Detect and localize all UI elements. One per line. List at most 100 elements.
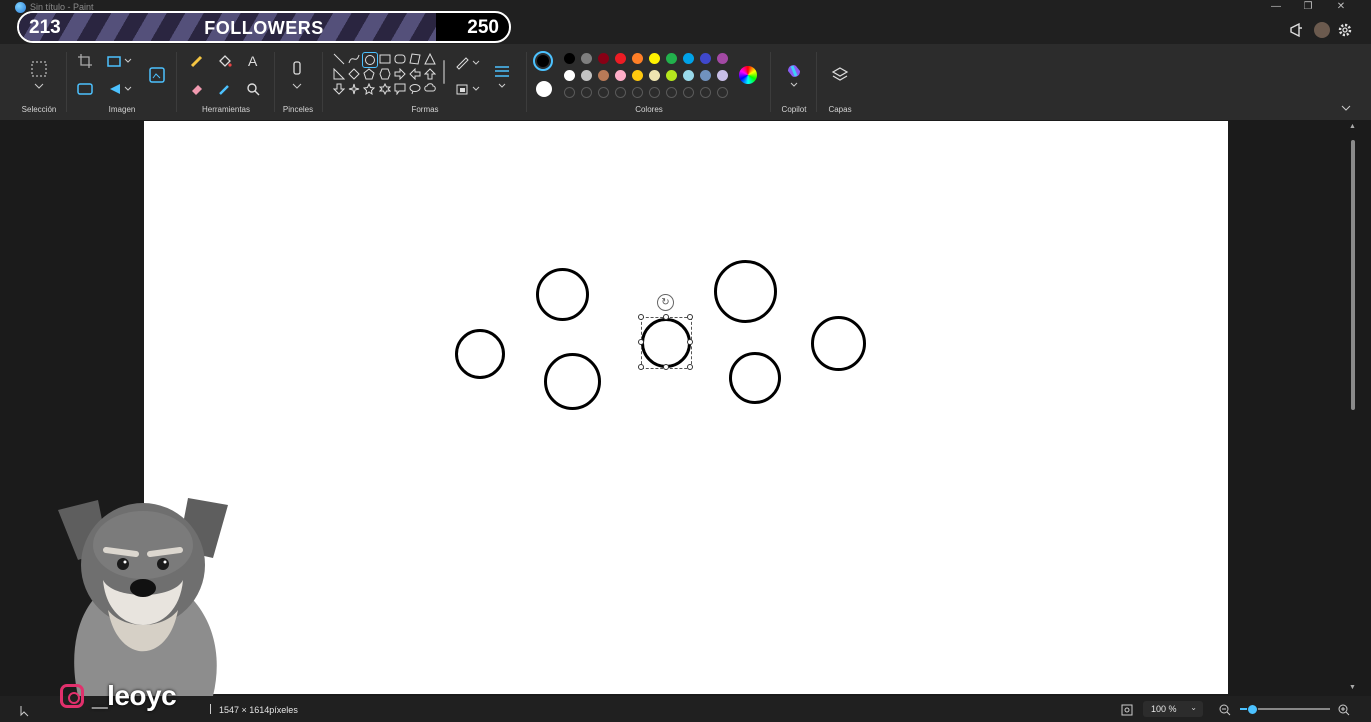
- pentagon-shape-icon[interactable]: [362, 67, 376, 81]
- color-swatch[interactable]: [598, 53, 609, 64]
- resize-handle[interactable]: [687, 339, 693, 345]
- fill-bucket-icon[interactable]: [214, 50, 236, 72]
- scroll-up-icon[interactable]: ▲: [1349, 123, 1356, 130]
- drawing-canvas[interactable]: [144, 121, 1228, 694]
- line-shape-icon[interactable]: [332, 52, 346, 66]
- zoom-in-icon[interactable]: [1338, 703, 1350, 721]
- color-swatch[interactable]: [615, 53, 626, 64]
- vertical-scrollbar-thumb[interactable]: [1351, 140, 1355, 410]
- custom-color-slot[interactable]: [581, 87, 592, 98]
- stroke-size-icon[interactable]: [491, 60, 513, 82]
- image-select-icon[interactable]: [74, 78, 96, 100]
- color-swatch[interactable]: [700, 53, 711, 64]
- custom-color-slot[interactable]: [683, 87, 694, 98]
- brushes-dropdown-icon[interactable]: [286, 80, 308, 92]
- color-swatch[interactable]: [666, 53, 677, 64]
- drawn-circle[interactable]: [536, 268, 589, 321]
- color-swatch[interactable]: [632, 53, 643, 64]
- diamond-shape-icon[interactable]: [347, 67, 361, 81]
- rotate-dropdown-icon[interactable]: [122, 78, 134, 100]
- secondary-color-button[interactable]: [536, 81, 552, 97]
- color-swatch[interactable]: [564, 53, 575, 64]
- color-swatch[interactable]: [717, 70, 728, 81]
- crop-icon[interactable]: [74, 50, 96, 72]
- fit-to-window-icon[interactable]: [1121, 703, 1133, 721]
- image-remove-background-icon[interactable]: [146, 64, 168, 86]
- curve-shape-icon[interactable]: [347, 52, 361, 66]
- drawn-circle[interactable]: [811, 316, 866, 371]
- color-picker-icon[interactable]: [214, 78, 236, 100]
- down-arrow-shape-icon[interactable]: [332, 82, 346, 96]
- color-swatch[interactable]: [649, 53, 660, 64]
- four-point-star-shape-icon[interactable]: [347, 82, 361, 96]
- resize-handle[interactable]: [663, 314, 669, 320]
- resize-handle[interactable]: [687, 314, 693, 320]
- settings-gear-icon[interactable]: [1337, 22, 1353, 38]
- hexagon-shape-icon[interactable]: [378, 67, 392, 81]
- primary-color-button[interactable]: [533, 51, 553, 71]
- shapes-scrollbar[interactable]: [443, 60, 445, 84]
- color-swatch[interactable]: [581, 53, 592, 64]
- selection-frame[interactable]: [641, 317, 692, 369]
- right-triangle-shape-icon[interactable]: [332, 67, 346, 81]
- drawn-circle[interactable]: [544, 353, 601, 410]
- copilot-dropdown-icon[interactable]: [783, 80, 805, 90]
- scroll-down-icon[interactable]: ▼: [1349, 684, 1356, 691]
- custom-color-slot[interactable]: [717, 87, 728, 98]
- resize-dropdown-icon[interactable]: [122, 50, 134, 72]
- brush-icon[interactable]: [286, 58, 308, 80]
- left-arrow-shape-icon[interactable]: [408, 67, 422, 81]
- rectangle-select-icon[interactable]: [28, 58, 50, 80]
- chevron-down-icon[interactable]: [28, 80, 50, 92]
- zoom-out-icon[interactable]: [1219, 703, 1231, 721]
- minimize-button[interactable]: —: [1266, 0, 1286, 14]
- cloud-callout-shape-icon[interactable]: [423, 82, 437, 96]
- custom-color-slot[interactable]: [700, 87, 711, 98]
- outline-dropdown-icon[interactable]: [470, 52, 482, 74]
- right-arrow-shape-icon[interactable]: [393, 67, 407, 81]
- drawn-circle[interactable]: [729, 352, 781, 404]
- oval-shape-icon[interactable]: [362, 52, 378, 68]
- resize-handle[interactable]: [638, 364, 644, 370]
- triangle-shape-icon[interactable]: [423, 52, 437, 66]
- resize-handle[interactable]: [638, 339, 644, 345]
- color-swatch[interactable]: [683, 53, 694, 64]
- color-swatch[interactable]: [666, 70, 677, 81]
- resize-handle[interactable]: [687, 364, 693, 370]
- rounded-rectangle-shape-icon[interactable]: [393, 52, 407, 66]
- color-swatch[interactable]: [615, 70, 626, 81]
- color-swatch[interactable]: [581, 70, 592, 81]
- color-swatch[interactable]: [564, 70, 575, 81]
- layers-icon[interactable]: [829, 64, 851, 86]
- drawn-circle[interactable]: [714, 260, 777, 323]
- zoom-slider-thumb[interactable]: [1247, 704, 1258, 715]
- color-swatch[interactable]: [632, 70, 643, 81]
- color-swatch[interactable]: [700, 70, 711, 81]
- avatar[interactable]: [1314, 22, 1330, 38]
- custom-color-slot[interactable]: [632, 87, 643, 98]
- zoom-dropdown[interactable]: 100 % ⌄: [1143, 701, 1203, 717]
- up-arrow-shape-icon[interactable]: [423, 67, 437, 81]
- color-swatch[interactable]: [683, 70, 694, 81]
- rotate-handle-icon[interactable]: ↻: [657, 294, 674, 311]
- rect-callout-shape-icon[interactable]: [393, 82, 407, 96]
- eraser-icon[interactable]: [186, 78, 208, 100]
- fill-dropdown-icon[interactable]: [470, 78, 482, 100]
- restore-button[interactable]: ❐: [1298, 0, 1318, 14]
- five-point-star-shape-icon[interactable]: [362, 82, 376, 96]
- oval-callout-shape-icon[interactable]: [408, 82, 422, 96]
- polygon-shape-icon[interactable]: [408, 52, 422, 66]
- color-swatch[interactable]: [598, 70, 609, 81]
- pencil-icon[interactable]: [186, 50, 208, 72]
- magnifier-icon[interactable]: [242, 78, 264, 100]
- resize-handle[interactable]: [663, 364, 669, 370]
- custom-color-slot[interactable]: [615, 87, 626, 98]
- ribbon-collapse-icon[interactable]: [1338, 100, 1354, 116]
- color-swatch[interactable]: [649, 70, 660, 81]
- copilot-icon[interactable]: [783, 60, 805, 82]
- edit-colors-wheel-icon[interactable]: [739, 66, 757, 84]
- close-button[interactable]: ✕: [1331, 0, 1351, 14]
- drawn-circle[interactable]: [455, 329, 505, 379]
- custom-color-slot[interactable]: [649, 87, 660, 98]
- rectangle-shape-icon[interactable]: [378, 52, 392, 66]
